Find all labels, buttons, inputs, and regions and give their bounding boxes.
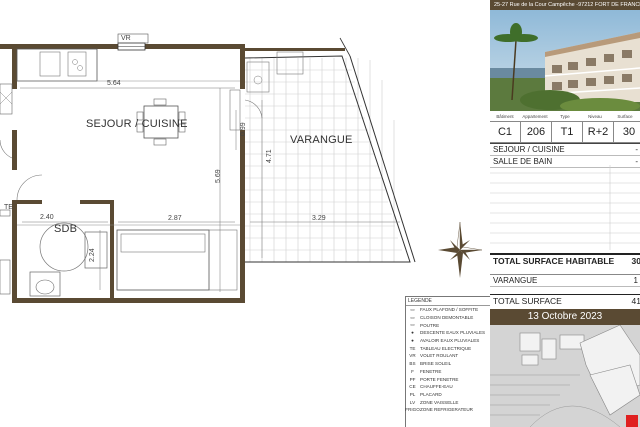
- legend-symbol: TE: [409, 345, 416, 351]
- legend-label: FENETRE: [420, 368, 442, 374]
- varangue-value: 1: [633, 276, 638, 285]
- total-habitable-label: TOTAL SURFACE HABITABLE: [493, 256, 615, 266]
- dimension-label: 0.99: [240, 122, 247, 136]
- legend-item: F FENETRE: [406, 368, 490, 376]
- legend-label: PLACARD: [420, 391, 442, 397]
- legend-item: ● DESCENTE EAUX PLUVIALES: [406, 329, 490, 337]
- varangue-label: VARANGUE: [493, 276, 538, 285]
- compass-rose: [438, 221, 483, 278]
- legend-label: TABLEAU ELECTRIQUE: [420, 345, 472, 351]
- legend-item: BS BRISE SOLEIL: [406, 360, 490, 368]
- legend-symbol: ▭: [410, 322, 415, 328]
- total-surface-value: 41: [631, 296, 640, 306]
- dimension-label: 4.71: [266, 149, 273, 163]
- header-surface: Surface: [617, 114, 633, 119]
- dimension-label: 5.64: [107, 80, 121, 87]
- legend: LEGENDE ▭ FAUX PLAFOND / SOFFITE ▭ CLOISON…: [405, 296, 490, 427]
- room-label-varangue: VARANGUE: [290, 134, 353, 146]
- dimension-label: 2.40: [40, 214, 54, 221]
- dimension-label: 2.24: [89, 248, 96, 262]
- legend-title: LEGENDE: [406, 297, 490, 306]
- total-habitable-row: TOTAL SURFACE HABITABLE 30: [490, 253, 640, 267]
- dimension-label: 5.69: [215, 169, 222, 183]
- legend-label: BRISE SOLEIL: [420, 361, 452, 367]
- legend-item: ▭ CLOISON DEMONTABLE: [406, 314, 490, 322]
- site-plan-map: [490, 325, 640, 427]
- dimension-label: 3.29: [312, 215, 326, 222]
- value-niveau: R+2: [583, 122, 614, 142]
- label-te: TE: [4, 204, 13, 211]
- legend-symbol: VR: [409, 353, 416, 359]
- legend-item: PF PORTE FENETRE: [406, 375, 490, 383]
- legend-symbol: PL: [409, 391, 416, 397]
- legend-label: CLOISON DEMONTABLE: [420, 315, 474, 321]
- legend-item: CE CHAUFFE-EAU: [406, 383, 490, 391]
- legend-symbol: CE: [409, 384, 416, 390]
- header-type: Type: [560, 114, 570, 119]
- legend-symbol: LV: [409, 399, 416, 405]
- legend-label: PORTE FENETRE: [420, 376, 459, 382]
- dimension-label: 2.87: [168, 215, 182, 222]
- legend-item: FRIGO ZONE REFRIGERATEUR: [405, 406, 490, 414]
- label-vr: VR: [121, 35, 131, 42]
- surface-row-value: -: [635, 145, 638, 154]
- walls: [0, 44, 345, 303]
- apartment-location-marker: [626, 415, 638, 427]
- apartment-info-table: Bâtiment Appartement Type Niveau Surface…: [490, 113, 640, 143]
- header-appartement: Appartement: [522, 114, 548, 119]
- legend-symbol: ▭: [410, 314, 415, 320]
- legend-item: TE TABLEAU ELECTRIQUE: [406, 344, 490, 352]
- legend-item: ▭ POUTRE: [406, 321, 490, 329]
- legend-label: ZONE REFRIGERATEUR: [420, 407, 474, 413]
- legend-label: ZONE VAISSELLE: [420, 399, 459, 405]
- legend-item: PL PLACARD: [406, 391, 490, 399]
- legend-label: DESCENTE EAUX PLUVIALES: [420, 330, 486, 336]
- legend-label: AVALOIR EAUX PLUVIALES: [420, 338, 480, 344]
- surface-row: SEJOUR / CUISINE -: [490, 144, 640, 156]
- room-label-sejour: SEJOUR / CUISINE: [86, 118, 188, 130]
- legend-label: POUTRE: [420, 322, 440, 328]
- header-batiment: Bâtiment: [496, 114, 514, 119]
- legend-label: CHAUFFE-EAU: [420, 384, 453, 390]
- legend-symbol: F: [411, 368, 414, 374]
- legend-item: VR VOLET ROULANT: [406, 352, 490, 360]
- date-bar: 13 Octobre 2023: [490, 309, 640, 325]
- legend-symbol: ▭: [410, 306, 415, 312]
- legend-label: VOLET ROULANT: [420, 353, 459, 359]
- surface-table-grid: [490, 165, 640, 250]
- legend-item: LV ZONE VAISSELLE: [406, 398, 490, 406]
- value-surface: 30: [614, 122, 640, 142]
- surface-row-label: SEJOUR / CUISINE: [493, 145, 565, 154]
- value-batiment: C1: [490, 122, 521, 142]
- legend-label: FAUX PLAFOND / SOFFITE: [420, 307, 479, 313]
- value-type: T1: [552, 122, 583, 142]
- legend-symbol: BS: [409, 361, 416, 367]
- value-appartement: 206: [521, 122, 552, 142]
- info-panel: 25-27 Rue de la Cour Campêche -97212 FOR…: [490, 0, 640, 427]
- total-surface-row: TOTAL SURFACE 41: [490, 294, 640, 307]
- room-label-sdb: SDB: [54, 223, 78, 235]
- floor-plan: SEJOUR / CUISINE VARANGUE SDB TE VR 5.64…: [0, 0, 490, 427]
- legend-item: ▭ FAUX PLAFOND / SOFFITE: [406, 306, 490, 314]
- legend-symbol: ●: [411, 338, 414, 344]
- total-surface-label: TOTAL SURFACE: [493, 296, 562, 306]
- legend-symbol: FRIGO: [405, 407, 420, 413]
- header-niveau: Niveau: [588, 114, 602, 119]
- varangue-row: VARANGUE 1: [490, 274, 640, 287]
- address-bar: 25-27 Rue de la Cour Campêche -97212 FOR…: [490, 0, 640, 10]
- legend-symbol: ●: [411, 330, 414, 336]
- legend-item: ● AVALOIR EAUX PLUVIALES: [406, 337, 490, 345]
- building-photo: [490, 10, 640, 111]
- legend-symbol: PF: [409, 376, 416, 382]
- total-habitable-value: 30: [631, 256, 640, 266]
